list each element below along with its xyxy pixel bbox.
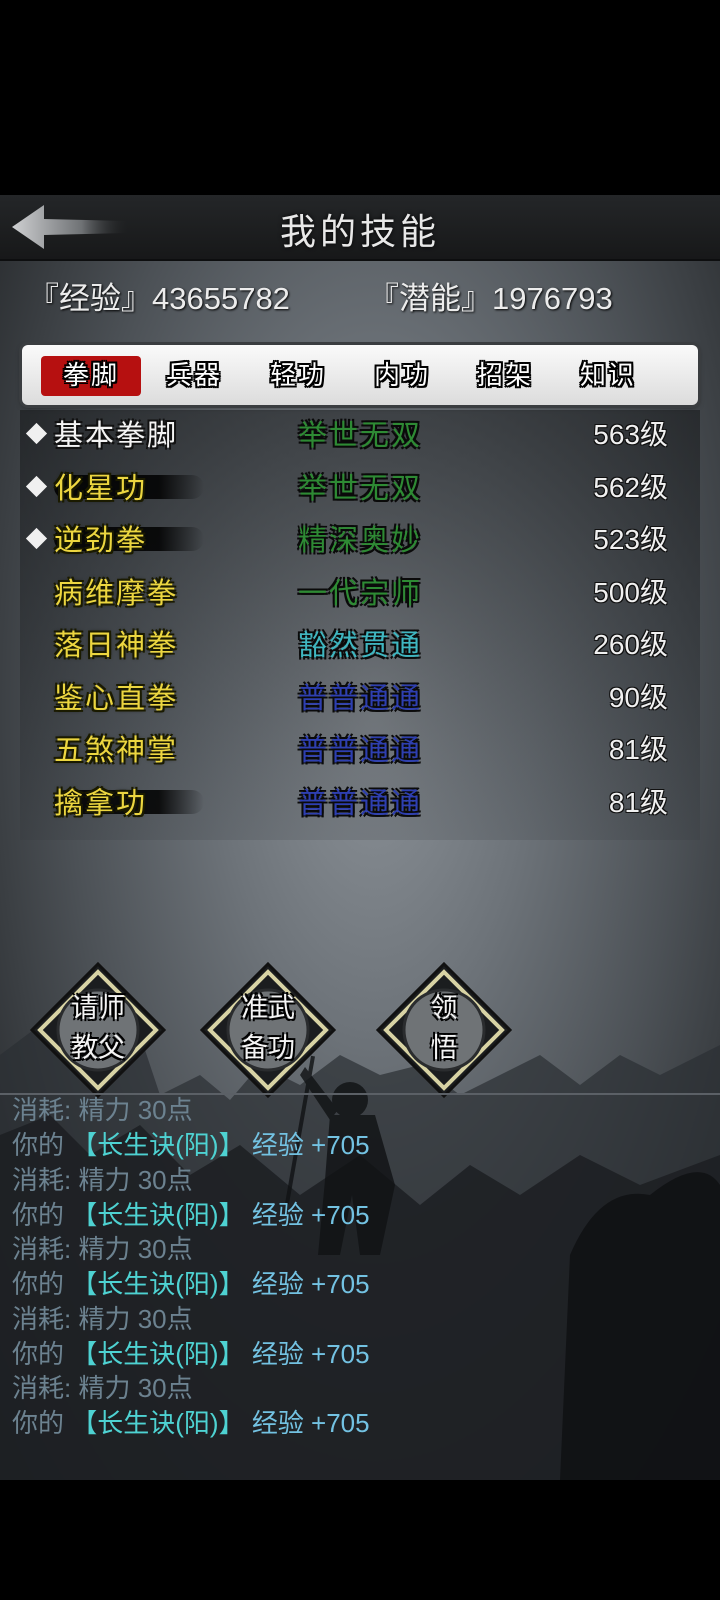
- skill-rank: 豁然贯通: [298, 628, 423, 662]
- tab-bingqi[interactable]: 兵器: [144, 356, 244, 396]
- message-log[interactable]: 消耗: 精力 30点 你的 【长生诀(阳)】 经验 +705 消耗: 精力 30点你…: [12, 1093, 712, 1441]
- skill-rank: 举世无双: [298, 470, 423, 505]
- log-gain-line: 你的 【长生诀(阳)】 经验 +705: [12, 1269, 370, 1299]
- skill-row[interactable]: 基本拳脚 举世无双 563级: [20, 410, 700, 460]
- skill-name: 落日神拳: [54, 628, 179, 662]
- skill-level: 500级: [593, 576, 668, 608]
- skill-level: 260级: [593, 629, 668, 660]
- skill-row[interactable]: 鉴心直拳 普普通通 90级: [20, 673, 700, 723]
- skill-row[interactable]: 五煞神掌 普普通通 81级: [20, 725, 700, 775]
- tab-quanjiao[interactable]: 拳脚: [41, 356, 141, 396]
- skill-row[interactable]: 逆劲拳 精深奥妙 523级: [20, 515, 700, 565]
- skill-level: 81级: [608, 734, 668, 765]
- skill-list: 基本拳脚 举世无双 563级 化星功 举世无双 562级 逆劲拳 精深奥妙 523级 病维摩拳 一代…: [20, 410, 700, 840]
- log-gain-line: 你的 【长生诀(阳)】 经验 +705: [12, 1338, 370, 1369]
- log-cost-line: 消耗: 精力 30点: [12, 1234, 193, 1264]
- skill-rank: 精深奥妙: [298, 523, 423, 557]
- tab-zhaojia[interactable]: 招架: [455, 356, 555, 396]
- skill-name: 擒拿功: [54, 785, 148, 820]
- ask-master-button[interactable]: 请师 教父: [28, 960, 168, 1100]
- tab-neigong[interactable]: 内功: [352, 356, 452, 396]
- log-cost-line: 消耗: 精力 30点: [12, 1373, 193, 1403]
- action-label: 准武 备功: [241, 993, 295, 1063]
- log-entry: 消耗: 精力 30点你的 【长生诀(阳)】 经验 +705: [12, 1302, 712, 1372]
- equipped-marker-icon: [25, 475, 48, 497]
- skill-name: 病维摩拳: [54, 575, 179, 610]
- log-entry: 消耗: 精力 30点你的 【长生诀(阳)】 经验 +705: [12, 1371, 712, 1441]
- skill-rank: 普普通通: [298, 680, 423, 715]
- log-gain-line: 你的 【长生诀(阳)】 经验 +705: [12, 1130, 370, 1160]
- skill-level: 81级: [608, 786, 668, 818]
- skill-row[interactable]: 落日神拳 豁然贯通 260级: [20, 620, 700, 670]
- potential-stat: 『潜能』1976793: [368, 281, 613, 316]
- log-cost-line: 消耗: 精力 30点: [12, 1164, 193, 1195]
- status-bar-area: [0, 0, 720, 195]
- skill-level: 90级: [608, 681, 668, 713]
- equipped-marker-icon: [25, 422, 48, 445]
- skill-level: 523级: [593, 524, 668, 555]
- skill-rank: 普普通通: [298, 733, 423, 767]
- skill-name: 鉴心直拳: [54, 680, 179, 715]
- log-gain-line: 你的 【长生诀(阳)】 经验 +705: [12, 1199, 370, 1230]
- skill-row[interactable]: 病维摩拳 一代宗师 500级: [20, 568, 700, 618]
- page-title: 我的技能: [279, 212, 440, 253]
- category-tabs: 拳脚 兵器 轻功 内功 招架 知识: [22, 345, 698, 405]
- log-entry: 消耗: 精力 30点你的 【长生诀(阳)】 经验 +705: [12, 1232, 712, 1302]
- skill-rank: 举世无双: [298, 418, 423, 452]
- tab-zhishi[interactable]: 知识: [558, 356, 658, 396]
- log-entry: 消耗: 精力 30点你的 【长生诀(阳)】 经验 +705: [12, 1093, 712, 1163]
- skills-screen: 我的技能 『经验』43655782 『潜能』1976793 拳脚 兵器 轻功 内…: [0, 195, 720, 1480]
- experience-stat: 『经验』43655782: [28, 281, 290, 316]
- skill-name: 逆劲拳: [54, 523, 148, 557]
- log-cost-line: 消耗: 精力 30点: [12, 1095, 193, 1125]
- comprehend-button[interactable]: 领悟: [374, 960, 514, 1100]
- player-stats: 『经验』43655782 『潜能』1976793: [0, 273, 720, 316]
- skill-name: 五煞神掌: [54, 733, 179, 767]
- skill-level: 563级: [593, 419, 668, 450]
- navigation-bar-area: [0, 1480, 720, 1600]
- skill-rank: 一代宗师: [298, 575, 423, 610]
- skill-row[interactable]: 化星功 举世无双 562级: [20, 463, 700, 513]
- action-label: 请师 教父: [71, 993, 125, 1063]
- skill-row[interactable]: 擒拿功 普普通通 81级: [20, 778, 700, 828]
- skill-level: 562级: [593, 471, 668, 503]
- log-cost-line: 消耗: 精力 30点: [12, 1303, 193, 1334]
- log-gain-line: 你的 【长生诀(阳)】 经验 +705: [12, 1408, 370, 1438]
- skill-name: 基本拳脚: [54, 418, 179, 452]
- action-label: 领悟: [430, 993, 458, 1063]
- prepare-skill-button[interactable]: 准武 备功: [198, 960, 338, 1100]
- equipped-marker-icon: [25, 527, 48, 550]
- skill-rank: 普普通通: [298, 785, 423, 820]
- skill-name: 化星功: [54, 470, 148, 505]
- header-bar: 我的技能: [0, 195, 720, 261]
- log-entry: 消耗: 精力 30点你的 【长生诀(阳)】 经验 +705: [12, 1163, 712, 1233]
- tab-qinggong[interactable]: 轻功: [248, 356, 348, 396]
